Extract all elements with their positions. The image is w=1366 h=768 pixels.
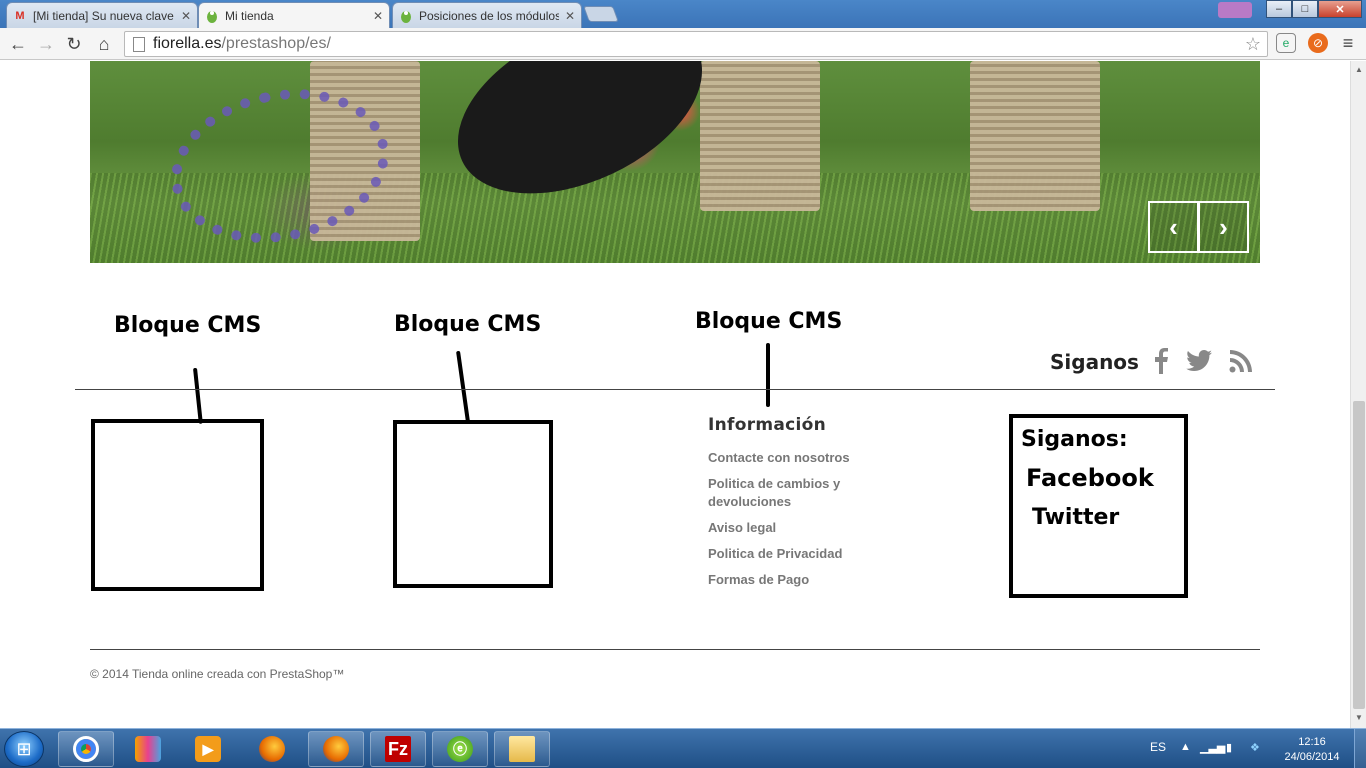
forward-icon[interactable]: →	[34, 32, 58, 56]
facebook-icon[interactable]	[1148, 348, 1174, 374]
browser-tab-bar: M [Mi tienda] Su nueva clave ✕ Mi tienda…	[0, 0, 1366, 28]
annotation-cms-label-3: Bloque CMS	[695, 309, 843, 334]
windows-taskbar: ⊞ ▶ Fz ⓔ ES ▲ ▁▃▅ ▮ ❖ 12:16 24/06/2014	[0, 728, 1366, 768]
footer-link-contacte[interactable]: Contacte con nosotros	[708, 449, 868, 467]
annotation-cms-label-1: Bloque CMS	[114, 313, 262, 338]
taskbar-firefox[interactable]	[244, 731, 300, 767]
annotation-line	[456, 350, 471, 423]
annotation-cms-label-2: Bloque CMS	[394, 312, 542, 337]
annotation-facebook: Facebook	[1026, 464, 1154, 492]
screen: M [Mi tienda] Su nueva clave ✕ Mi tienda…	[0, 0, 1366, 768]
home-icon[interactable]: ⌂	[92, 32, 116, 56]
annotation-box-cms-1	[91, 419, 264, 591]
footer-link-formas-pago[interactable]: Formas de Pago	[708, 571, 868, 589]
copyright-divider	[90, 649, 1260, 650]
footer-link-privacidad[interactable]: Politica de Privacidad	[708, 545, 868, 563]
footer-divider	[75, 389, 1275, 390]
taskbar-media-player[interactable]: ▶	[180, 731, 236, 767]
annotation-siganos: Siganos:	[1021, 427, 1128, 452]
close-icon[interactable]: ✕	[181, 9, 191, 23]
close-window-button[interactable]: ✕	[1318, 0, 1362, 18]
scroll-down-icon[interactable]: ▼	[1354, 713, 1364, 722]
profile-icon[interactable]	[1218, 2, 1252, 18]
network-icon[interactable]: ▁▃▅	[1200, 741, 1225, 754]
tray-expand-icon[interactable]: ▲	[1180, 741, 1191, 753]
clock-time: 12:16	[1298, 736, 1326, 748]
dropbox-icon[interactable]: ❖	[1250, 741, 1260, 754]
bookmark-star-icon[interactable]: ☆	[1245, 34, 1261, 55]
slider-prev-button[interactable]: ‹	[1148, 201, 1199, 253]
scroll-thumb[interactable]	[1353, 401, 1365, 709]
footer-link-aviso-legal[interactable]: Aviso legal	[708, 519, 868, 537]
twitter-icon[interactable]	[1186, 348, 1212, 374]
taskbar-firefox-window[interactable]	[308, 731, 364, 767]
annotation-line	[766, 343, 770, 407]
tab-title: Mi tienda	[225, 8, 274, 23]
adblock-icon[interactable]: ⊘	[1308, 33, 1328, 53]
prestashop-icon	[399, 9, 413, 23]
dreamweaver-icon: ⓔ	[447, 736, 473, 762]
homepage-slider: ‹ ›	[90, 61, 1260, 263]
tab-title: Posiciones de los módulos	[419, 8, 559, 23]
firefox-icon	[259, 736, 285, 762]
annotation-line	[193, 367, 203, 424]
menu-icon[interactable]: ≡	[1338, 33, 1358, 53]
browser-toolbar: ← → ↻ ⌂ fiorella.es/prestashop/es/ ☆ e ⊘…	[0, 28, 1366, 60]
slider-next-button[interactable]: ›	[1198, 201, 1249, 253]
web-page: ‹ › Bloque CMS Bloque CMS Bloque CMS Sig…	[0, 61, 1350, 728]
information-title: Información	[708, 415, 827, 435]
app-icon	[135, 736, 161, 762]
folder-icon	[509, 736, 535, 762]
extension-icon[interactable]: e	[1276, 33, 1296, 53]
rss-icon[interactable]	[1228, 348, 1254, 374]
close-icon[interactable]: ✕	[373, 9, 383, 23]
firefox-icon	[323, 736, 349, 762]
annotation-box-cms-2	[393, 420, 553, 588]
footer-link-cambios-devoluciones[interactable]: Politica de cambios y devoluciones	[708, 475, 868, 511]
taskbar-chrome[interactable]	[58, 731, 114, 767]
show-desktop-button[interactable]	[1354, 729, 1366, 768]
minimize-button[interactable]: –	[1266, 0, 1292, 18]
copyright-text: © 2014 Tienda online creada con PrestaSh…	[90, 667, 345, 681]
annotation-twitter: Twitter	[1032, 505, 1120, 530]
gmail-icon: M	[15, 9, 25, 22]
url-path: /prestashop/es/	[221, 35, 331, 52]
taskbar-dreamweaver[interactable]: ⓔ	[432, 731, 488, 767]
filezilla-icon: Fz	[385, 736, 411, 762]
start-button[interactable]: ⊞	[4, 731, 44, 767]
reload-icon[interactable]: ↻	[62, 32, 86, 56]
back-icon[interactable]: ←	[6, 32, 30, 56]
chrome-icon	[73, 736, 99, 762]
page-scrollbar[interactable]: ▲ ▼	[1350, 61, 1366, 728]
follow-us-title: Siganos	[1050, 350, 1139, 374]
taskbar-explorer[interactable]	[494, 731, 550, 767]
address-bar[interactable]: fiorella.es/prestashop/es/ ☆	[124, 31, 1268, 57]
tab-posiciones[interactable]: Posiciones de los módulos ✕	[392, 2, 582, 28]
taskbar-app[interactable]	[120, 731, 176, 767]
new-tab-button[interactable]	[583, 6, 619, 22]
system-clock[interactable]: 12:16 24/06/2014	[1280, 735, 1344, 765]
clock-date: 24/06/2014	[1284, 751, 1340, 763]
prestashop-icon	[205, 9, 219, 23]
maximize-button[interactable]: □	[1292, 0, 1318, 18]
tab-gmail[interactable]: M [Mi tienda] Su nueva clave ✕	[6, 2, 198, 28]
window-controls: – □ ✕	[1266, 0, 1362, 18]
taskbar-filezilla[interactable]: Fz	[370, 731, 426, 767]
media-player-icon: ▶	[195, 736, 221, 762]
tab-mi-tienda[interactable]: Mi tienda ✕	[198, 2, 390, 28]
close-icon[interactable]: ✕	[565, 9, 575, 23]
slide-image-basket	[700, 61, 820, 211]
device-icon[interactable]: ▮	[1226, 741, 1232, 754]
slide-image-basket	[970, 61, 1100, 211]
page-icon	[133, 36, 145, 52]
url-host: fiorella.es	[153, 35, 222, 52]
tab-title: [Mi tienda] Su nueva clave	[33, 8, 174, 23]
scroll-up-icon[interactable]: ▲	[1354, 65, 1364, 74]
language-indicator[interactable]: ES	[1150, 740, 1166, 754]
